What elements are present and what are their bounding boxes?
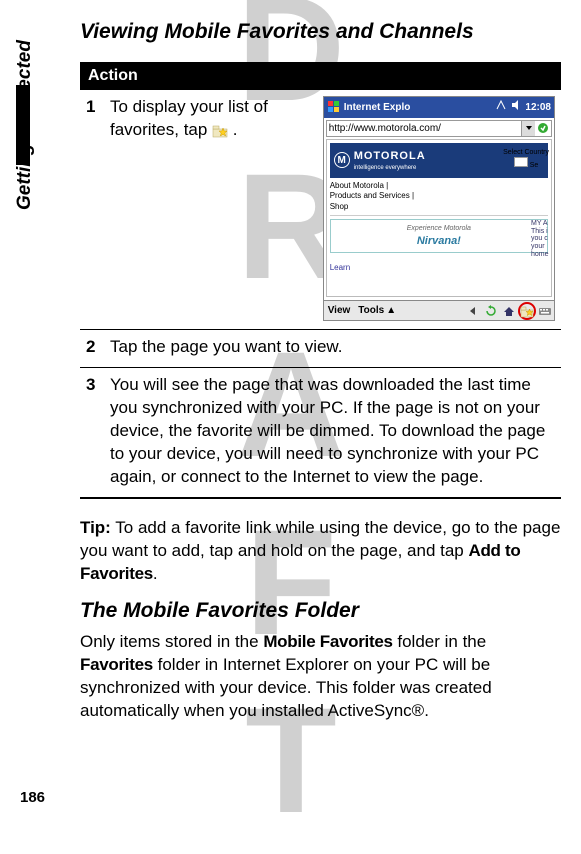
favorites-button-highlighted xyxy=(518,302,536,320)
windows-flag-icon xyxy=(327,100,341,114)
tip-paragraph: Tip: To add a favorite link while using … xyxy=(80,517,561,586)
step-number: 1 xyxy=(80,90,104,330)
tip-tail: . xyxy=(153,564,158,583)
favorites-label: Favorites xyxy=(80,655,153,674)
table-row: 1 To display your list of favorites, tap xyxy=(80,90,561,330)
motorola-logo-icon: M xyxy=(334,152,350,168)
subsection-heading: The Mobile Favorites Folder xyxy=(80,599,561,623)
refresh-icon xyxy=(482,305,500,317)
screenshot-title-text: Internet Explo xyxy=(344,101,411,115)
motorola-logo-sub: intelligence everywhere xyxy=(354,164,426,172)
chevron-up-icon: ▲ xyxy=(386,305,396,316)
home-icon xyxy=(500,305,518,317)
body-text: Only items stored in the xyxy=(80,632,263,651)
body-text: folder in the xyxy=(393,632,487,651)
action-table: Action 1 To display your list of favorit… xyxy=(80,62,561,499)
motorola-logo-text: MOTOROLA xyxy=(354,149,426,164)
site-menu: About Motorola | Products and Services |… xyxy=(330,181,548,216)
view-button: View xyxy=(324,304,355,318)
select-country-btn: Se xyxy=(530,162,539,169)
select-country-label: Select Country xyxy=(503,148,549,157)
nirvana-main: Nirvana! xyxy=(335,234,543,249)
step-number: 3 xyxy=(80,367,104,497)
nirvana-box: Experience Motorola Nirvana! xyxy=(330,219,548,253)
keyboard-icon xyxy=(536,305,554,317)
device-screenshot: Internet Explo 12:08 xyxy=(323,96,555,321)
table-row: 3 You will see the page that was downloa… xyxy=(80,367,561,497)
section-heading: Viewing Mobile Favorites and Channels xyxy=(80,20,561,44)
screenshot-titlebar: Internet Explo 12:08 xyxy=(324,97,554,118)
page-number: 186 xyxy=(20,789,45,806)
step-text: To display your list of favorites, tap . xyxy=(110,96,315,142)
step-text: You will see the page that was downloade… xyxy=(104,367,561,497)
page-content: Viewing Mobile Favorites and Channels Ac… xyxy=(0,0,581,743)
screenshot-bottombar: View Tools▲ xyxy=(324,300,554,320)
back-icon xyxy=(464,305,482,317)
tools-button: Tools▲ xyxy=(354,304,400,318)
nirvana-sub: Experience Motorola xyxy=(335,224,543,233)
select-country: Select Country Se xyxy=(503,148,549,171)
step1-text-after: . xyxy=(233,120,238,139)
tip-label: Tip: xyxy=(80,518,111,537)
step1-text-before: To display your list of favorites, tap xyxy=(110,97,268,139)
mobile-favorites-label: Mobile Favorites xyxy=(263,632,392,651)
signal-icon xyxy=(495,99,507,116)
table-row: 2 Tap the page you want to view. xyxy=(80,330,561,368)
screenshot-clock: 12:08 xyxy=(525,101,551,115)
screenshot-webcontent: M MOTOROLA intelligence everywhere Selec… xyxy=(326,139,552,297)
url-field: http://www.motorola.com/ xyxy=(327,121,521,137)
volume-icon xyxy=(510,99,522,116)
step-number: 2 xyxy=(80,330,104,368)
url-dropdown-icon xyxy=(521,121,535,137)
address-bar: http://www.motorola.com/ xyxy=(326,120,552,138)
favorites-star-icon xyxy=(212,122,228,138)
step-text: Tap the page you want to view. xyxy=(104,330,561,368)
right-fragment: MY A This i you c your home xyxy=(531,220,551,258)
bottom-learn-link: Learn xyxy=(330,263,350,274)
go-icon xyxy=(535,121,551,137)
body-paragraph: Only items stored in the Mobile Favorite… xyxy=(80,631,561,723)
action-table-header: Action xyxy=(80,62,561,90)
